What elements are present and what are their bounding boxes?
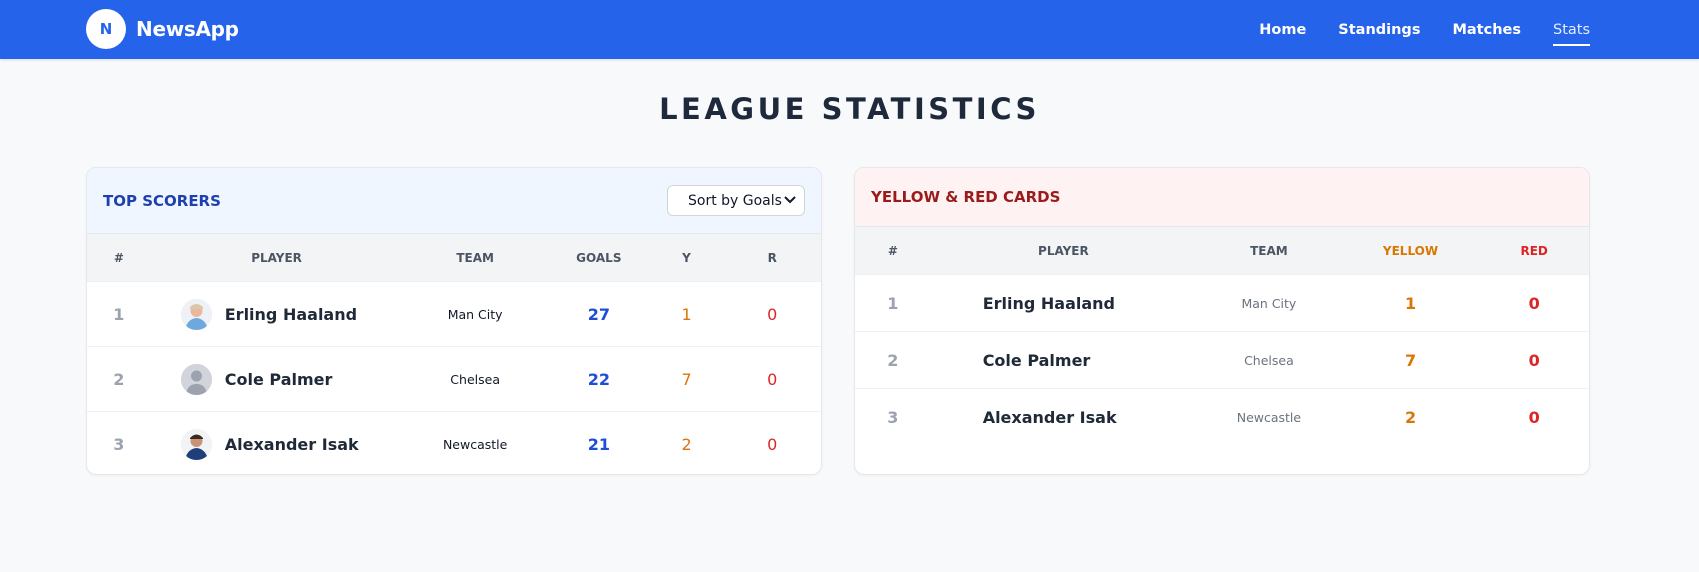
nav-home[interactable]: Home [1259,18,1306,42]
col-player[interactable]: PLAYER [150,233,403,282]
top-navbar: N NewsApp Home Standings Matches Stats [0,0,1699,59]
rank: 3 [87,411,151,474]
player-name[interactable]: Erling Haaland [225,305,357,324]
page-title: LEAGUE STATISTICS [659,92,1040,126]
nav-stats[interactable]: Stats [1552,18,1591,46]
col-yellow[interactable]: YELLOW [1341,226,1480,275]
col-player[interactable]: PLAYER [930,226,1197,275]
col-yellow[interactable]: Y [649,233,724,282]
rank: 1 [87,281,151,347]
red-count: 0 [723,346,821,412]
placeholder-avatar-icon [180,363,212,395]
red-count: 0 [1479,331,1589,389]
player-name[interactable]: Alexander Isak [930,388,1197,446]
top-scorers-header: TOP SCORERS Sort by Goals [87,168,821,233]
player-name[interactable]: Cole Palmer [225,370,333,389]
yellow-count: 2 [1341,388,1480,446]
table-row[interactable]: 2 Cole Palmer Chelsea 22 7 0 [87,346,821,412]
team: Man City [1196,274,1342,332]
table-row[interactable]: 1 Erling Haaland Man City 1 0 [855,274,1589,332]
cards-card: YELLOW & RED CARDS # PLAYER TEAM YELLOW … [854,167,1590,475]
team: Chelsea [1196,331,1342,389]
sort-select-value: Sort by Goals [688,192,782,209]
red-count: 0 [723,411,821,474]
chevron-down-icon [784,194,796,207]
brand-logo: N [86,9,126,49]
player-cell: Erling Haaland [150,281,403,347]
brand-name: NewsApp [136,17,239,41]
goals: 22 [547,346,650,412]
col-red[interactable]: R [723,233,821,282]
team: Chelsea [402,346,548,412]
red-count: 0 [1479,274,1589,332]
table-row[interactable]: 2 Cole Palmer Chelsea 7 0 [855,331,1589,389]
col-rank[interactable]: # [87,233,151,282]
col-team[interactable]: TEAM [1196,226,1342,275]
cards-header: YELLOW & RED CARDS [855,168,1589,226]
player-name[interactable]: Erling Haaland [930,274,1197,332]
player-name[interactable]: Cole Palmer [930,331,1197,389]
yellow-count: 7 [649,346,724,412]
player-avatar [180,298,212,330]
team: Man City [402,281,548,347]
yellow-count: 1 [1341,274,1480,332]
cards-title: YELLOW & RED CARDS [871,188,1061,206]
rank: 3 [855,388,931,446]
col-team[interactable]: TEAM [402,233,548,282]
yellow-count: 2 [649,411,724,474]
red-count: 0 [723,281,821,347]
table-header-row: # PLAYER TEAM GOALS Y R [87,233,821,282]
player-avatar [180,428,212,460]
col-goals[interactable]: GOALS [547,233,650,282]
table-row[interactable]: 3 Alexander Isak Newcastle 2 0 [855,388,1589,446]
col-red[interactable]: RED [1479,226,1589,275]
yellow-count: 1 [649,281,724,347]
goals: 27 [547,281,650,347]
goals: 21 [547,411,650,474]
player-name[interactable]: Alexander Isak [225,435,359,454]
table-row[interactable]: 1 Erling Haaland Man City 27 1 0 [87,281,821,347]
brand[interactable]: N NewsApp [86,9,239,49]
top-scorers-card: TOP SCORERS Sort by Goals # PLAYER TEAM … [86,167,822,475]
rank: 2 [87,346,151,412]
nav-standings[interactable]: Standings [1338,18,1420,42]
team: Newcastle [402,411,548,474]
rank: 2 [855,331,931,389]
team: Newcastle [1196,388,1342,446]
top-scorers-title: TOP SCORERS [103,191,221,210]
player-cell: Alexander Isak [150,411,403,474]
main-nav: Home Standings Matches Stats [1227,0,1591,59]
sort-select[interactable]: Sort by Goals [667,185,805,216]
table-row[interactable]: 3 Alexander Isak Newcastle 21 2 0 [87,411,821,474]
table-header-row: # PLAYER TEAM YELLOW RED [855,226,1589,275]
red-count: 0 [1479,388,1589,446]
player-cell: Cole Palmer [150,346,403,412]
cards-table: # PLAYER TEAM YELLOW RED 1 Erling Haalan… [855,226,1589,446]
yellow-count: 7 [1341,331,1480,389]
col-rank[interactable]: # [855,226,931,275]
rank: 1 [855,274,931,332]
top-scorers-table: # PLAYER TEAM GOALS Y R 1 Erling Haaland… [87,233,821,474]
nav-matches[interactable]: Matches [1452,18,1521,42]
